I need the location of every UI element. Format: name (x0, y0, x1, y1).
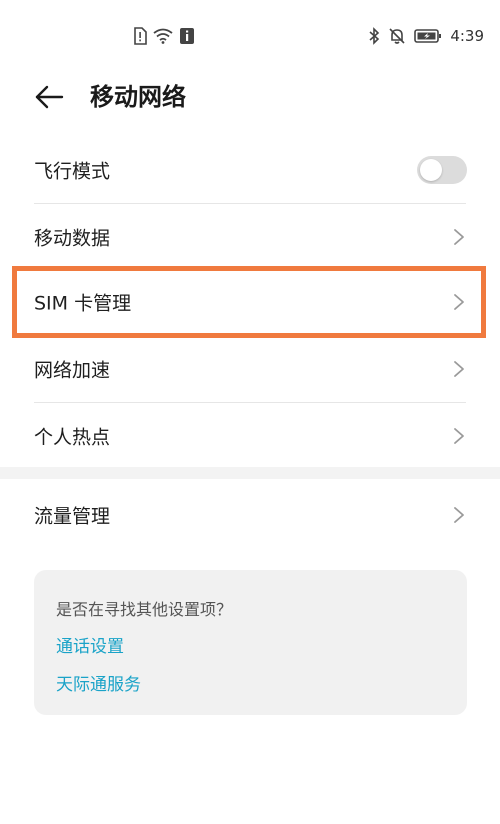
skytone-service-link[interactable]: 天际通服务 (56, 670, 141, 695)
mobile-data-label: 移动数据 (34, 227, 111, 250)
wifi-icon (153, 28, 173, 44)
suggestion-title: 是否在寻找其他设置项？ (56, 600, 233, 619)
status-notification-icons (133, 27, 195, 45)
sim-management-label: SIM 卡管理 (34, 292, 132, 315)
chevron-right-icon (454, 428, 464, 444)
sim-management-row[interactable]: SIM 卡管理 (0, 270, 500, 334)
personal-hotspot-row[interactable]: 个人热点 (0, 404, 500, 468)
network-acceleration-row[interactable]: 网络加速 (0, 337, 500, 401)
back-arrow-icon (35, 85, 64, 109)
airplane-mode-row: 飞行模式 (0, 138, 500, 202)
status-time: 4:39 (450, 27, 484, 45)
back-button[interactable] (32, 82, 66, 112)
chevron-right-icon (454, 361, 464, 377)
divider (34, 402, 466, 403)
toggle-knob (420, 159, 442, 181)
airplane-mode-toggle[interactable] (417, 156, 467, 184)
personal-hotspot-label: 个人热点 (34, 426, 111, 449)
battery-charging-icon (414, 29, 442, 43)
divider (34, 203, 466, 204)
data-usage-label: 流量管理 (34, 505, 111, 528)
data-usage-row[interactable]: 流量管理 (0, 483, 500, 547)
chevron-right-icon (454, 294, 464, 310)
suggestion-card: 是否在寻找其他设置项？ 通话设置 天际通服务 (34, 570, 467, 715)
call-settings-link[interactable]: 通话设置 (56, 632, 124, 657)
bluetooth-icon (369, 27, 380, 45)
airplane-mode-label: 飞行模式 (34, 160, 111, 183)
info-notification-icon (180, 28, 194, 44)
mute-bell-icon (389, 28, 405, 44)
mobile-data-row[interactable]: 移动数据 (0, 205, 500, 269)
network-acceleration-label: 网络加速 (34, 359, 111, 382)
sim-alert-icon (134, 27, 147, 45)
section-separator (0, 467, 500, 479)
chevron-right-icon (454, 507, 464, 523)
page-title: 移动网络 (90, 83, 186, 111)
page-header: 移动网络 (0, 70, 500, 126)
status-bar: 4:39 (0, 0, 500, 52)
status-system-icons: 4:39 (368, 27, 484, 45)
chevron-right-icon (454, 229, 464, 245)
